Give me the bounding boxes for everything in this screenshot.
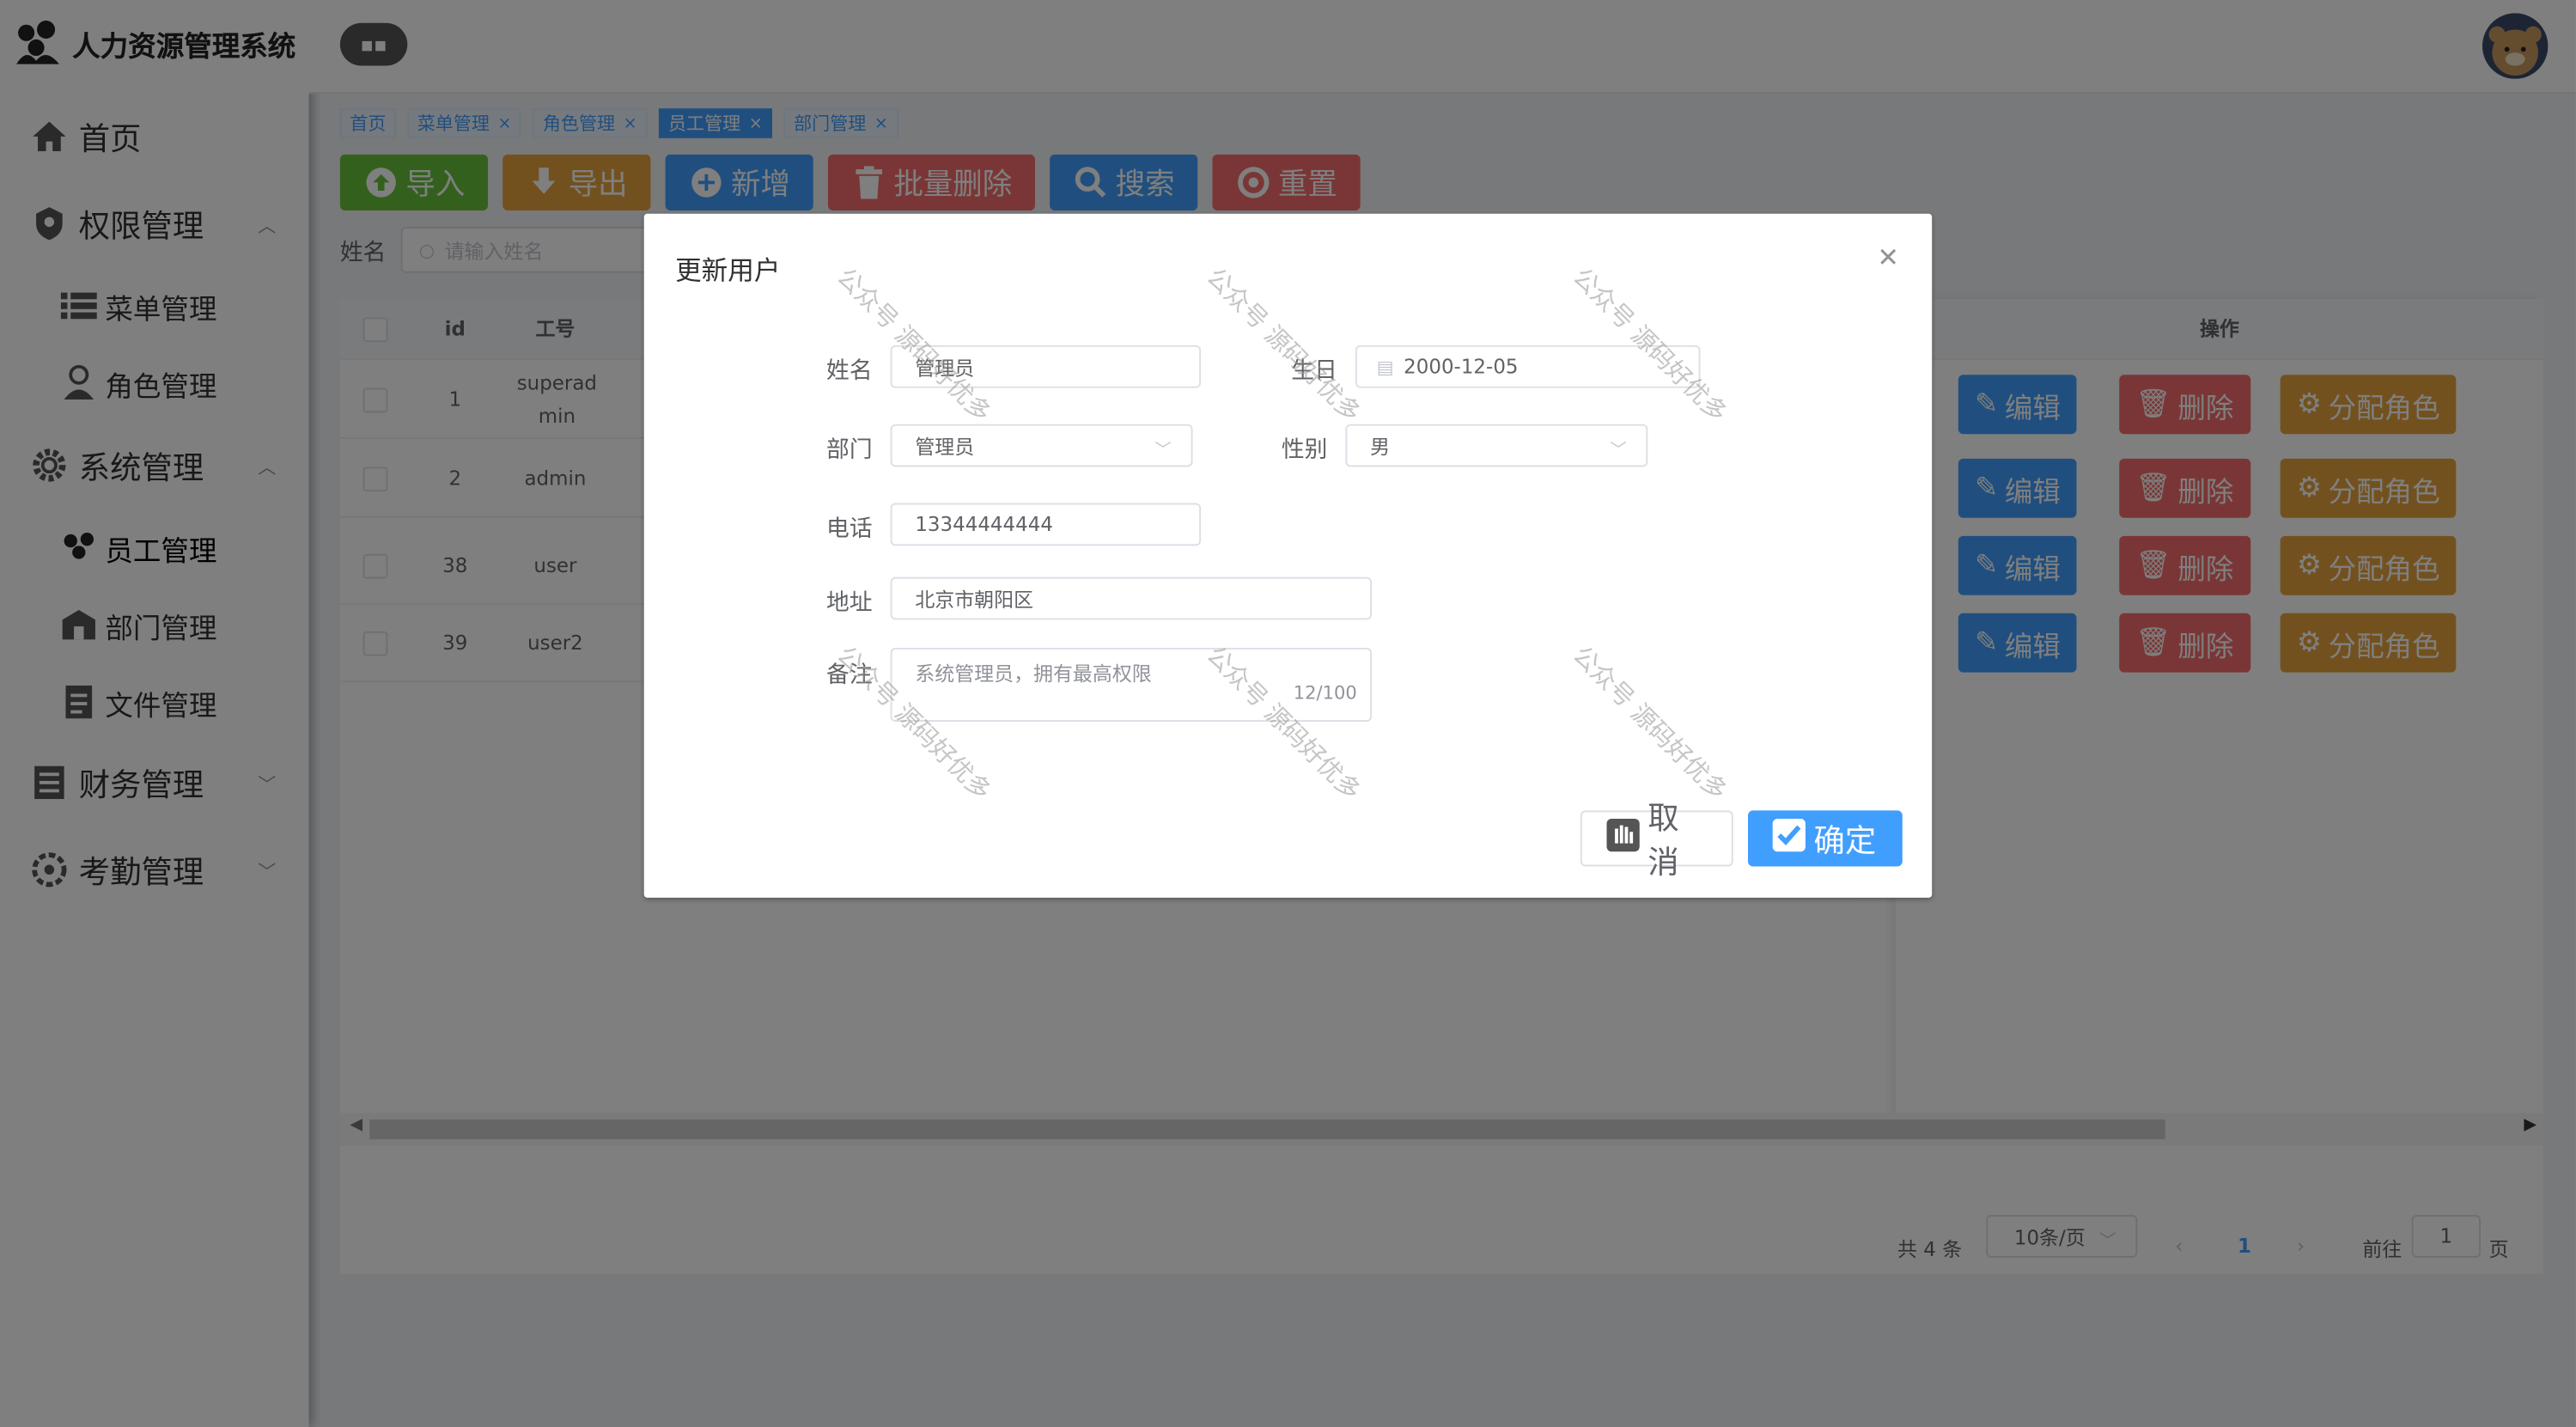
address-label: 地址 — [826, 589, 873, 617]
department-label: 部门 — [826, 437, 873, 464]
dialog-title: 更新用户 — [675, 254, 781, 286]
phone-input[interactable]: 13344444444 — [890, 503, 1202, 546]
remark-label: 备注 — [826, 662, 873, 689]
department-select[interactable]: 管理员 ﹀ — [890, 424, 1193, 467]
name-input[interactable]: 管理员 — [890, 345, 1202, 388]
phone-label: 电话 — [826, 515, 873, 543]
gender-value: 男 — [1370, 435, 1391, 458]
remark-char-count: 12/100 — [1293, 682, 1357, 704]
calendar-icon: ▤ — [1376, 356, 1394, 378]
close-icon[interactable]: ✕ — [1877, 241, 1899, 272]
update-user-dialog: 更新用户 ✕ 姓名 管理员 生日 ▤ 2000-12-05 部门 管理员 ﹀ 性别 … — [643, 213, 1933, 898]
app-root: 人力资源管理系统 首页 权限管理 ︿ 菜单管理 角色管理 系统管理 ︿ 员工管理 — [0, 0, 2576, 1427]
chevron-down-icon: ﹀ — [1154, 442, 1172, 460]
gender-select[interactable]: 男 ﹀ — [1345, 424, 1648, 467]
name-label: 姓名 — [826, 358, 873, 385]
confirm-button[interactable]: 确定 — [1748, 810, 1903, 867]
remark-value: 系统管理员，拥有最高权限 — [915, 662, 1152, 686]
confirm-label: 确定 — [1813, 822, 1877, 859]
address-value: 北京市朝阳区 — [915, 588, 1034, 611]
hand-icon — [1605, 816, 1641, 861]
chevron-down-icon: ﹀ — [1610, 442, 1627, 460]
department-value: 管理员 — [915, 435, 975, 458]
check-icon — [1771, 816, 1807, 861]
birthday-label: 生日 — [1291, 358, 1337, 385]
name-value: 管理员 — [915, 356, 975, 380]
birthday-value: 2000-12-05 — [1404, 355, 1519, 379]
address-input[interactable]: 北京市朝阳区 — [890, 576, 1373, 620]
remark-textarea[interactable]: 系统管理员，拥有最高权限 12/100 — [890, 647, 1373, 723]
birthday-picker[interactable]: ▤ 2000-12-05 — [1355, 345, 1701, 388]
gender-label: 性别 — [1281, 437, 1328, 464]
cancel-button[interactable]: 取消 — [1580, 801, 1733, 881]
cancel-label: 取消 — [1647, 800, 1679, 881]
phone-value: 13344444444 — [915, 513, 1053, 536]
